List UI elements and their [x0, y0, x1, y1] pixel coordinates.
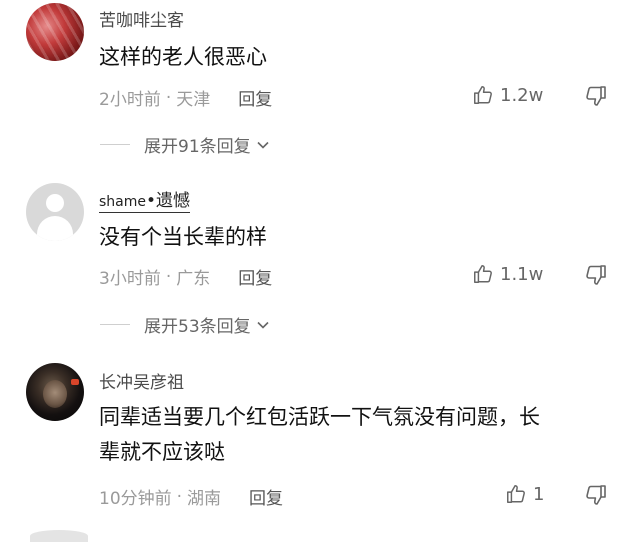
meta-separator: ·	[176, 486, 183, 507]
thumb-down-icon	[586, 485, 606, 505]
reply-button[interactable]: 回复	[249, 484, 283, 509]
reply-button[interactable]: 回复	[238, 85, 272, 110]
comment-text: 没有个当长辈的样	[99, 225, 267, 249]
avatar-detail	[71, 379, 79, 385]
thumb-down-icon	[586, 86, 606, 106]
reply-button[interactable]: 回复	[238, 264, 272, 289]
thumb-up-icon	[474, 265, 492, 283]
avatar-placeholder-body	[37, 216, 73, 241]
comment-time: 3小时前	[99, 269, 161, 289]
comment-location: 湖南	[187, 489, 222, 509]
like-count: 1.1w	[500, 263, 544, 285]
thumb-down-icon	[586, 265, 606, 285]
comment-meta: 10分钟前 · 湖南 回复	[99, 484, 283, 510]
comment-location: 天津	[176, 90, 211, 110]
comment-text: 这样的老人很恶心	[99, 45, 267, 69]
username[interactable]: 苦咖啡尘客	[99, 6, 184, 31]
comment-text: 同辈适当要几个红包活跃一下气氛没有问题，长 辈就不应该哒	[99, 400, 614, 470]
username-badge: 遗憾	[156, 191, 191, 211]
thumb-up-icon	[474, 86, 492, 104]
expand-label: 展开53条回复	[144, 317, 251, 337]
comment-meta: 3小时前 · 广东 回复	[99, 264, 272, 290]
next-avatar-partial	[30, 530, 88, 542]
username-wrap: shame•遗憾	[99, 191, 191, 213]
avatar[interactable]	[26, 363, 84, 421]
dislike-button[interactable]	[584, 263, 608, 291]
comment-time: 2小时前	[99, 90, 161, 110]
like-button[interactable]: 1	[505, 483, 544, 505]
meta-separator: ·	[165, 87, 172, 108]
avatar-face	[43, 380, 67, 408]
comment-meta: 2小时前 · 天津 回复	[99, 85, 272, 111]
like-count: 1	[533, 483, 545, 505]
comment-location: 广东	[176, 269, 211, 289]
avatar[interactable]	[26, 183, 84, 241]
username-text: shame	[99, 194, 146, 210]
avatar-placeholder-head	[46, 194, 64, 212]
avatar[interactable]	[26, 3, 84, 61]
expand-label: 展开91条回复	[144, 137, 251, 157]
divider	[100, 144, 130, 145]
chevron-down-icon	[257, 141, 269, 149]
expand-replies-button[interactable]: 展开91条回复	[100, 132, 271, 157]
divider	[100, 324, 130, 325]
username[interactable]: shame•遗憾	[99, 186, 191, 213]
username[interactable]: 长冲吴彦祖	[99, 368, 184, 393]
like-count: 1.2w	[500, 84, 544, 106]
dislike-button[interactable]	[584, 84, 608, 112]
comment-text-line: 辈就不应该哒	[99, 440, 225, 464]
like-button[interactable]: 1.1w	[472, 263, 543, 285]
comment-time: 10分钟前	[99, 489, 172, 509]
like-button[interactable]: 1.2w	[472, 84, 543, 106]
dislike-button[interactable]	[584, 483, 608, 511]
dot-separator: •	[146, 191, 157, 211]
thumb-up-icon	[507, 485, 525, 503]
meta-separator: ·	[165, 266, 172, 287]
chevron-down-icon	[257, 321, 269, 329]
expand-replies-button[interactable]: 展开53条回复	[100, 312, 271, 337]
comment-text-line: 同辈适当要几个红包活跃一下气氛没有问题，长	[99, 405, 540, 429]
